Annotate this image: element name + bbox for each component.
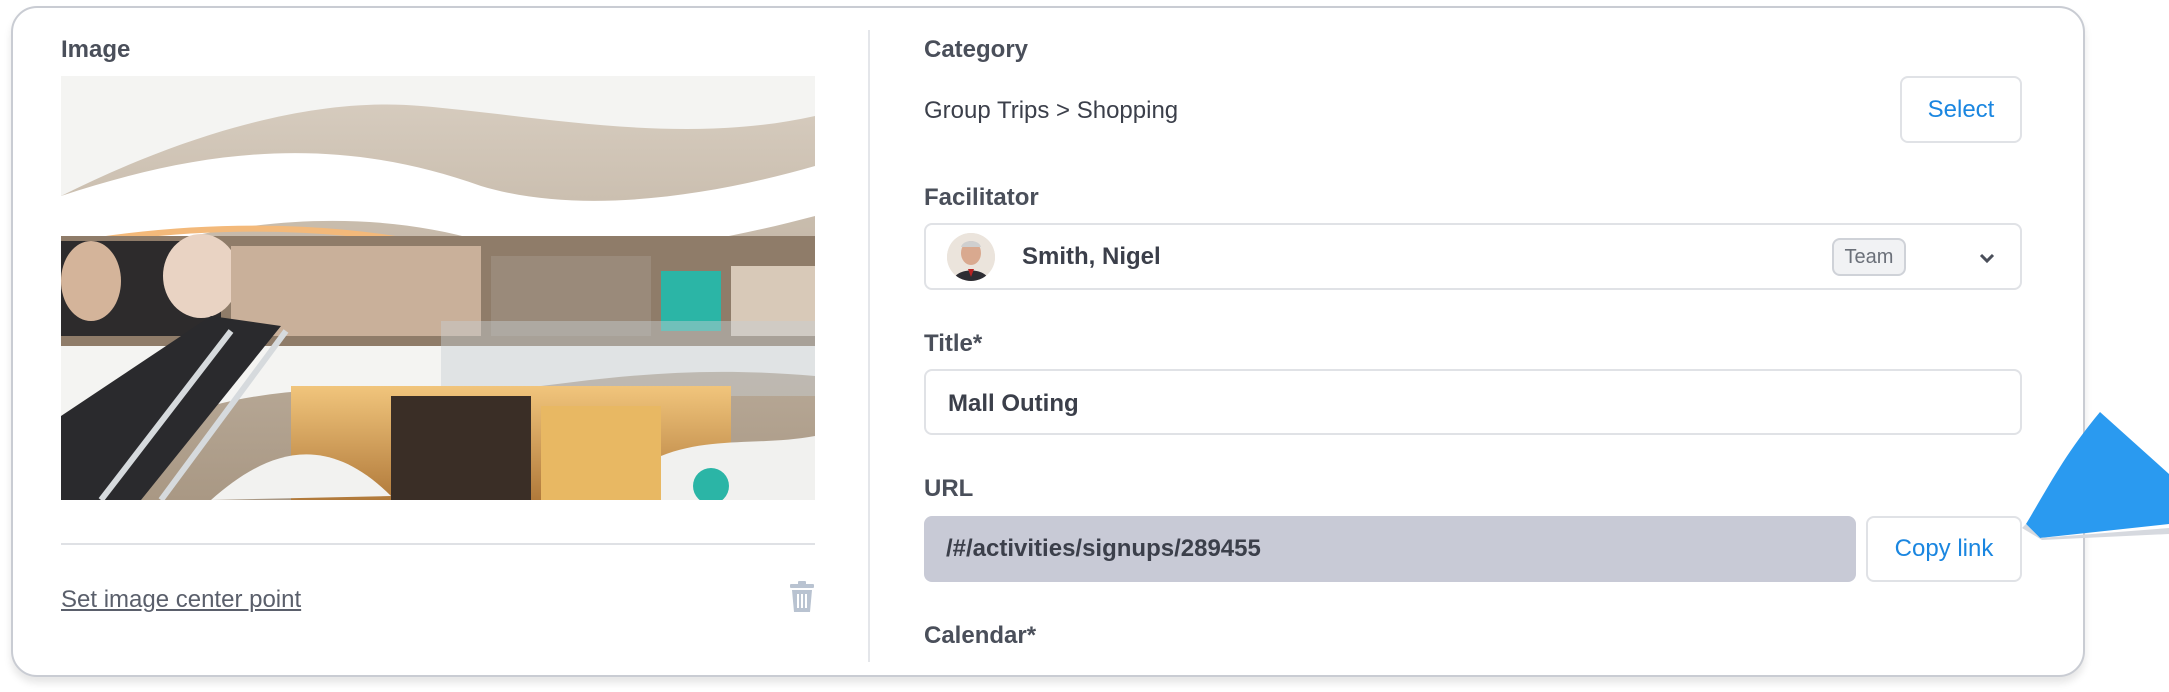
select-category-button[interactable]: Select	[1900, 76, 2022, 143]
title-input[interactable]: Mall Outing	[924, 369, 2022, 435]
category-label: Category	[924, 36, 1029, 63]
facilitator-select[interactable]: Smith, Nigel Team	[924, 223, 2022, 290]
avatar	[947, 233, 995, 281]
calendar-label: Calendar*	[924, 622, 1037, 649]
url-field: /#/activities/signups/289455	[924, 516, 1856, 582]
team-badge: Team	[1832, 238, 1906, 276]
url-value: /#/activities/signups/289455	[946, 535, 1261, 562]
chevron-down-icon[interactable]	[1976, 247, 1998, 269]
title-label: Title*	[924, 330, 983, 357]
set-image-center-link[interactable]: Set image center point	[61, 586, 301, 614]
url-label: URL	[924, 475, 974, 502]
column-divider	[868, 30, 870, 662]
image-divider	[61, 543, 815, 545]
facilitator-name: Smith, Nigel	[1022, 243, 1161, 270]
trash-icon[interactable]	[787, 580, 817, 614]
cursor-pointer-shape	[2020, 404, 2169, 540]
category-value: Group Trips > Shopping	[924, 97, 1179, 124]
facilitator-label: Facilitator	[924, 184, 1039, 211]
mall-photo	[61, 76, 815, 500]
title-input-value: Mall Outing	[948, 390, 1079, 417]
image-label: Image	[61, 36, 131, 63]
copy-link-button[interactable]: Copy link	[1866, 516, 2022, 582]
